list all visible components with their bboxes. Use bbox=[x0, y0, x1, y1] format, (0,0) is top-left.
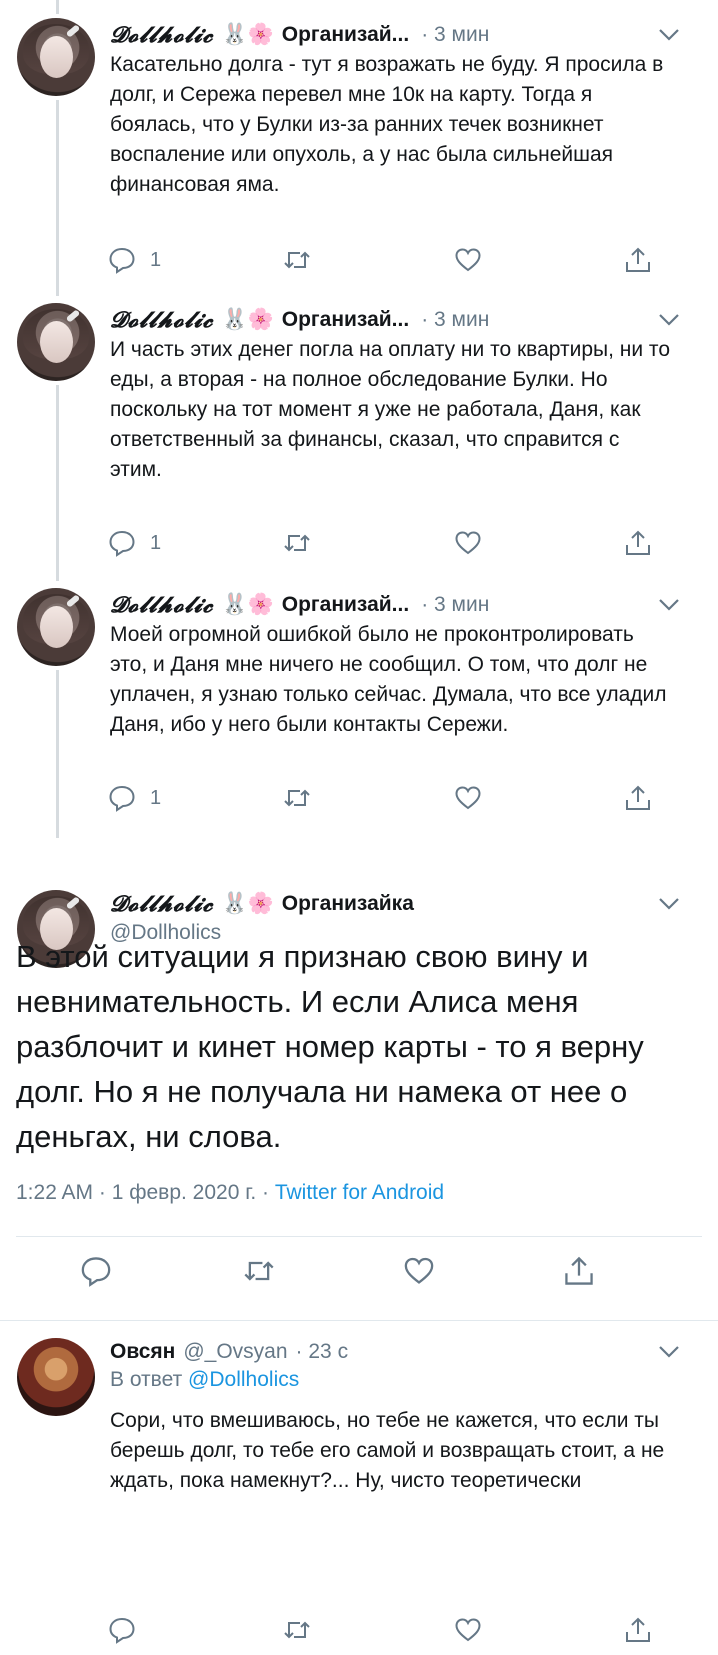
share-icon bbox=[626, 1617, 650, 1642]
retweet-button[interactable] bbox=[283, 780, 311, 816]
tweet-time[interactable]: · 3 мин bbox=[421, 23, 489, 47]
tweet-text: Моей огромной ошибкой было не проконтрол… bbox=[110, 623, 667, 736]
like-icon bbox=[455, 786, 481, 810]
avatar[interactable] bbox=[17, 303, 95, 381]
share-icon bbox=[565, 1256, 593, 1285]
retweet-icon bbox=[244, 1261, 274, 1281]
tweet-time[interactable]: · 3 мин bbox=[421, 308, 489, 332]
thread-tweet[interactable]: 𝓓𝓸𝓵𝓵𝓱𝓸𝓵𝓲𝓬 🐰🌸 Организай... · 3 мин Моей о… bbox=[0, 570, 718, 825]
reply-button[interactable]: 1 bbox=[108, 242, 161, 278]
tweet-actions: 1 bbox=[108, 525, 668, 561]
focused-tweet: 𝓓𝓸𝓵𝓵𝓱𝓸𝓵𝓲𝓬 🐰🌸 Организайка @Dollholics В э… bbox=[0, 825, 718, 1320]
reply-button[interactable]: 1 bbox=[108, 525, 161, 561]
like-button[interactable] bbox=[454, 780, 482, 816]
like-button[interactable] bbox=[454, 525, 482, 561]
tweet-header: Овсян @_Ovsyan · 23 с bbox=[110, 1336, 348, 1368]
retweet-button[interactable] bbox=[243, 1253, 275, 1289]
retweet-icon bbox=[284, 534, 310, 552]
reply-icon bbox=[109, 247, 135, 274]
source-link[interactable]: Twitter for Android bbox=[275, 1181, 444, 1204]
chevron-down-icon[interactable] bbox=[658, 28, 680, 42]
retweet-button[interactable] bbox=[283, 525, 311, 561]
tweet-time[interactable]: · 23 с bbox=[296, 1340, 349, 1364]
reply-author-name[interactable]: Овсян bbox=[110, 1340, 175, 1364]
chevron-down-icon[interactable] bbox=[658, 598, 680, 612]
tweet-text: Касательно долга - тут я возражать не бу… bbox=[110, 53, 664, 196]
like-icon bbox=[455, 1618, 481, 1642]
retweet-button[interactable] bbox=[283, 242, 311, 278]
share-button[interactable] bbox=[624, 525, 652, 561]
tweet-text: И часть этих денег погла на оплату ни то… bbox=[110, 338, 670, 481]
retweet-icon bbox=[284, 1621, 310, 1639]
focused-tweet-actions bbox=[0, 1253, 718, 1293]
author-org: Организайка bbox=[281, 892, 414, 915]
retweet-icon bbox=[284, 789, 310, 807]
tweet-actions bbox=[108, 1612, 668, 1648]
chevron-down-icon[interactable] bbox=[658, 1345, 680, 1359]
reply-count: 1 bbox=[150, 786, 162, 809]
tweet-text: Сори, что вмешиваюсь, но тебе не кажется… bbox=[110, 1409, 665, 1492]
author-emoji: 🐰🌸 bbox=[221, 23, 274, 46]
share-icon bbox=[626, 785, 650, 810]
like-icon bbox=[455, 531, 481, 555]
author-emoji: 🐰🌸 bbox=[221, 593, 274, 616]
author-org: Организай... bbox=[281, 308, 410, 331]
reply-icon bbox=[109, 785, 135, 812]
chevron-down-icon[interactable] bbox=[658, 897, 680, 911]
like-button[interactable] bbox=[454, 242, 482, 278]
reply-count: 1 bbox=[150, 248, 162, 271]
author-name[interactable]: 𝓓𝓸𝓵𝓵𝓱𝓸𝓵𝓲𝓬 bbox=[110, 592, 213, 618]
author-emoji: 🐰🌸 bbox=[221, 892, 274, 915]
tweet-actions: 1 bbox=[108, 242, 668, 278]
reply-icon bbox=[109, 530, 135, 557]
share-button[interactable] bbox=[624, 242, 652, 278]
tweet-header: 𝓓𝓸𝓵𝓵𝓱𝓸𝓵𝓲𝓬 🐰🌸 Организайка bbox=[110, 888, 414, 920]
tweet-timestamp: 1:22 AM · 1 февр. 2020 г. · Twitter for … bbox=[16, 1181, 444, 1205]
avatar[interactable] bbox=[17, 1338, 95, 1416]
reply-icon bbox=[109, 1617, 135, 1644]
timestamp-text[interactable]: 1:22 AM · 1 февр. 2020 г. · bbox=[16, 1181, 275, 1204]
like-icon bbox=[455, 248, 481, 272]
reply-icon bbox=[81, 1257, 111, 1287]
author-emoji: 🐰🌸 bbox=[221, 308, 274, 331]
like-button[interactable] bbox=[403, 1253, 435, 1289]
reply-count: 1 bbox=[150, 531, 162, 554]
tweet-text: В этой ситуации я признаю свою вину и не… bbox=[16, 939, 644, 1154]
share-button[interactable] bbox=[563, 1253, 595, 1289]
retweet-button[interactable] bbox=[283, 1612, 311, 1648]
share-button[interactable] bbox=[624, 780, 652, 816]
chevron-down-icon[interactable] bbox=[658, 313, 680, 327]
tweet-header: 𝓓𝓸𝓵𝓵𝓱𝓸𝓵𝓲𝓬 🐰🌸 Организай... · 3 мин bbox=[110, 19, 489, 51]
author-name[interactable]: 𝓓𝓸𝓵𝓵𝓱𝓸𝓵𝓲𝓬 bbox=[110, 891, 213, 917]
replying-to-label: В ответ bbox=[110, 1368, 189, 1391]
tweet-actions: 1 bbox=[108, 780, 668, 816]
reply-button[interactable] bbox=[80, 1253, 112, 1289]
tweet-time[interactable]: · 3 мин bbox=[421, 593, 489, 617]
share-button[interactable] bbox=[624, 1612, 652, 1648]
thread-tweet[interactable]: 𝓓𝓸𝓵𝓵𝓱𝓸𝓵𝓲𝓬 🐰🌸 Организай... · 3 мин И част… bbox=[0, 285, 718, 570]
author-org: Организай... bbox=[281, 593, 410, 616]
author-name[interactable]: 𝓓𝓸𝓵𝓵𝓱𝓸𝓵𝓲𝓬 bbox=[110, 22, 213, 48]
share-icon bbox=[626, 530, 650, 555]
replying-to: В ответ @Dollholics bbox=[110, 1368, 299, 1392]
reply-button[interactable]: 1 bbox=[108, 780, 161, 816]
share-icon bbox=[626, 247, 650, 272]
thread-tweet[interactable]: 𝓓𝓸𝓵𝓵𝓱𝓸𝓵𝓲𝓬 🐰🌸 Организай... · 3 мин Касате… bbox=[0, 0, 718, 285]
author-org: Организай... bbox=[281, 23, 410, 46]
author-name[interactable]: 𝓓𝓸𝓵𝓵𝓱𝓸𝓵𝓲𝓬 bbox=[110, 307, 213, 333]
replying-to-handle[interactable]: @Dollholics bbox=[188, 1368, 299, 1391]
like-button[interactable] bbox=[454, 1612, 482, 1648]
divider bbox=[16, 1236, 702, 1237]
like-icon bbox=[404, 1257, 434, 1284]
reply-button[interactable] bbox=[108, 1612, 136, 1648]
avatar[interactable] bbox=[17, 18, 95, 96]
retweet-icon bbox=[284, 251, 310, 269]
reply-author-handle[interactable]: @_Ovsyan bbox=[183, 1340, 287, 1364]
reply-tweet[interactable]: Овсян @_Ovsyan · 23 с В ответ @Dollholic… bbox=[0, 1320, 718, 1655]
avatar[interactable] bbox=[17, 588, 95, 666]
tweet-header: 𝓓𝓸𝓵𝓵𝓱𝓸𝓵𝓲𝓬 🐰🌸 Организай... · 3 мин bbox=[110, 304, 489, 336]
tweet-header: 𝓓𝓸𝓵𝓵𝓱𝓸𝓵𝓲𝓬 🐰🌸 Организай... · 3 мин bbox=[110, 589, 489, 621]
